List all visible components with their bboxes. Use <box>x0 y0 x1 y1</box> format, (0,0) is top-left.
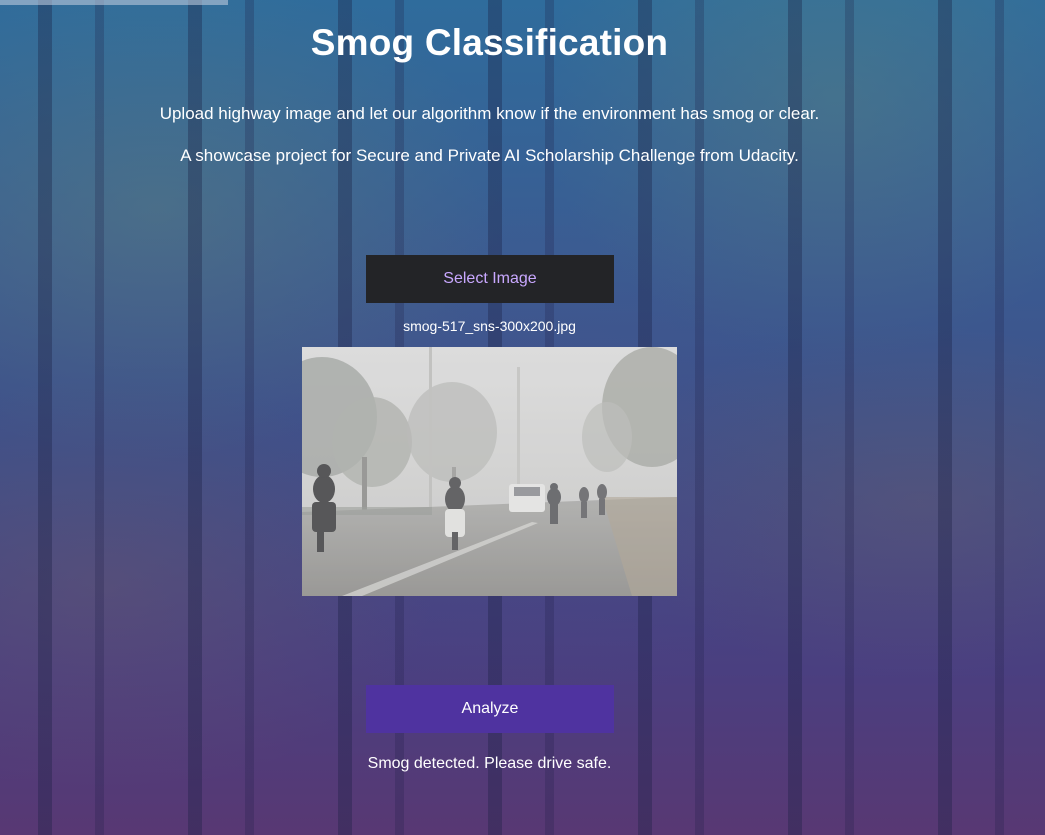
uploaded-image-preview <box>302 347 677 596</box>
description-line-2: A showcase project for Secure and Privat… <box>180 146 799 165</box>
analyze-button[interactable]: Analyze <box>366 685 614 733</box>
page-title: Smog Classification <box>310 22 669 63</box>
analysis-result: Smog detected. Please drive safe. <box>367 755 612 772</box>
select-image-button[interactable]: Select Image <box>366 255 614 303</box>
selected-file-name: smog-517_sns-300x200.jpg <box>403 318 576 334</box>
description-line-1: Upload highway image and let our algorit… <box>159 104 820 123</box>
main-content: Smog Classification Upload highway image… <box>0 0 1045 835</box>
smoggy-road-photo <box>302 347 677 596</box>
